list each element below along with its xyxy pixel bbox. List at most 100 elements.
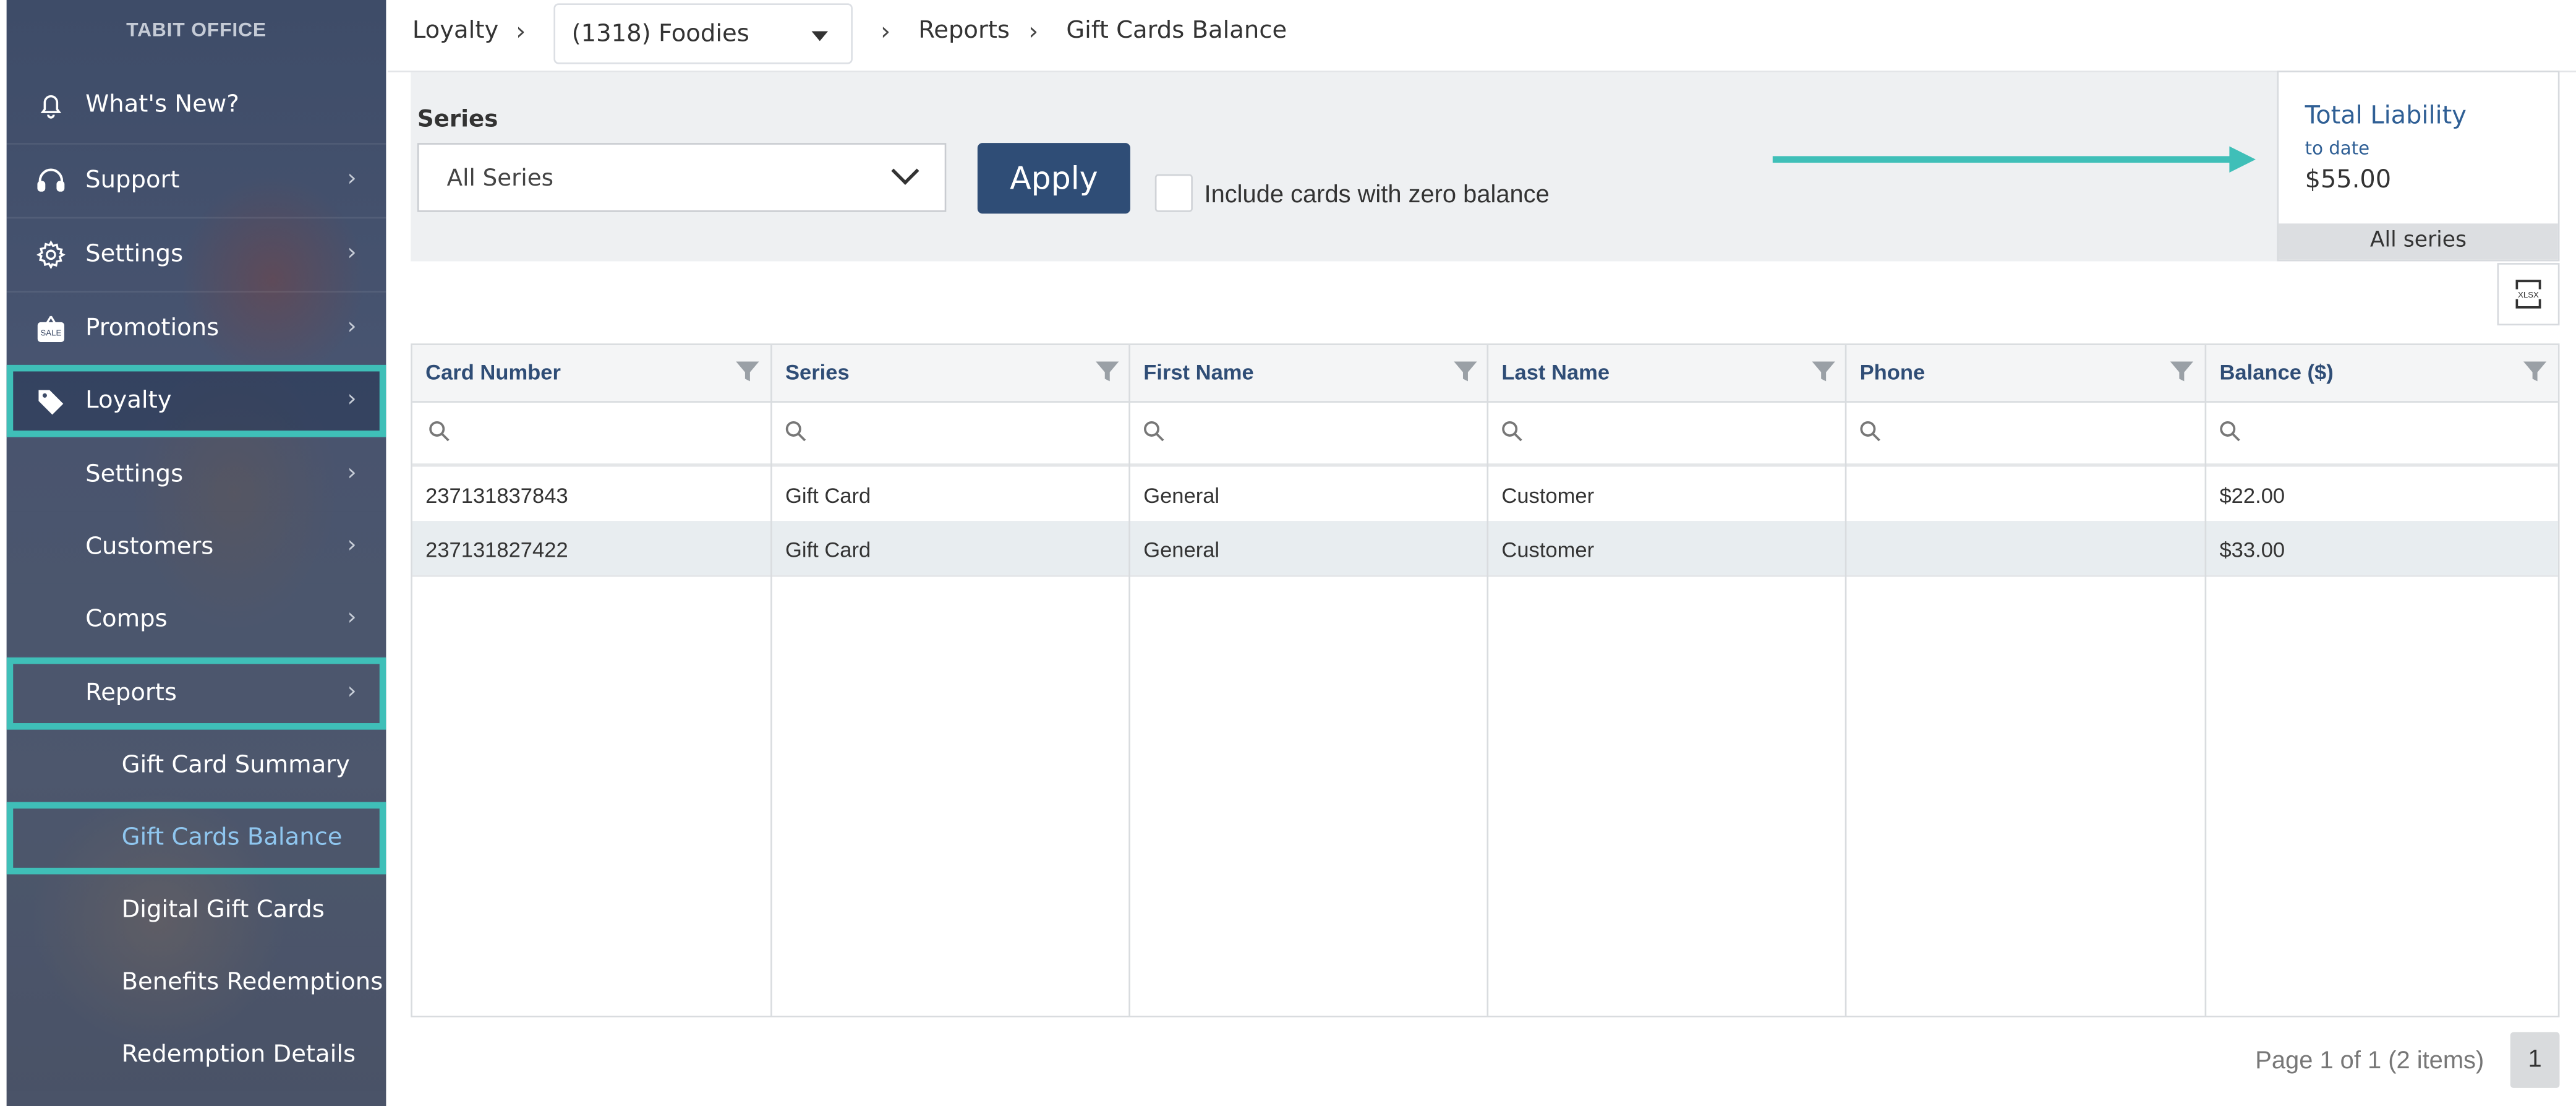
sidebar-item-reports[interactable]: Reports › [6,657,386,730]
zero-balance-label[interactable]: Include cards with zero balance [1205,181,1550,208]
search-icon[interactable] [1142,419,1165,442]
tag-icon [38,390,64,415]
sidebar-item-whats-new[interactable]: What's New? [7,69,386,142]
series-label: Series [417,106,498,134]
brand-title: TABIT OFFICE [126,18,267,41]
sidebar-item-support[interactable]: Support › [6,143,386,215]
series-select-value: All Series [446,166,554,192]
column-header-last-name[interactable]: Last Name [1488,345,1846,401]
chevron-right-icon: › [347,532,357,559]
gear-icon [36,240,66,270]
headset-icon [37,168,65,192]
search-icon[interactable] [1858,419,1881,442]
cell-card-number: 237131837843 [425,483,568,508]
sale-sign-icon: SALE [37,315,64,342]
total-liability-footer: All series [2279,223,2558,260]
sidebar-item-label: Promotions [85,314,220,341]
sidebar-item-label: Benefits Redemptions [121,969,383,997]
export-xlsx-button[interactable]: XLSX [2497,263,2560,326]
total-liability-subtitle: to date [2305,138,2370,160]
column-divider [1486,345,1489,1016]
cell-last-name: Customer [1501,537,1595,562]
chevron-down-icon [891,156,919,185]
filter-funnel-icon[interactable] [1810,358,1837,385]
table-row[interactable]: 237131837843 Gift Card General Customer … [412,467,2558,523]
organization-select-value: (1318) Foodies [571,21,749,48]
total-liability-amount: $55.00 [2305,164,2392,194]
column-header-balance[interactable]: Balance ($) [2206,345,2558,401]
sidebar-item-label: Settings [85,461,184,489]
xlsx-file-icon: XLSX [2514,280,2543,309]
chevron-right-icon: › [347,314,357,340]
breadcrumb-loyalty[interactable]: Loyalty [412,18,498,45]
chevron-right-icon: › [347,166,357,192]
filter-funnel-icon[interactable] [2522,358,2548,385]
search-icon[interactable] [427,419,450,442]
column-header-label: Series [785,359,850,385]
table-filter-row [412,401,2558,467]
table-row[interactable]: 237131827422 Gift Card General Customer … [412,521,2558,577]
sidebar-item-customers[interactable]: Customers › [6,511,386,584]
chevron-right-icon: › [347,604,357,632]
breadcrumb: Loyalty › (1318) Foodies › Reports › Gif… [388,0,2576,72]
filter-funnel-icon[interactable] [735,358,761,385]
column-header-label: First Name [1143,359,1254,385]
chevron-right-icon: › [347,460,357,487]
chevron-right-icon: › [347,239,357,267]
pager-info: Page 1 of 1 (2 items) [2255,1047,2484,1075]
column-header-first-name[interactable]: First Name [1130,345,1488,401]
column-divider [2204,345,2207,1016]
zero-balance-checkbox[interactable] [1154,174,1193,212]
organization-select[interactable]: (1318) Foodies [553,3,853,64]
column-divider [770,345,772,1016]
sidebar-item-settings[interactable]: Settings › [6,216,386,289]
column-header-card-number[interactable]: Card Number [412,345,770,401]
sidebar-item-label: Settings [85,241,184,267]
sidebar-item-label: Support [85,166,180,194]
sidebar: TABIT OFFICE What's New? Support › Setti… [6,0,386,1106]
series-select[interactable]: All Series [417,143,947,212]
column-divider [1128,345,1130,1016]
column-divider [1845,345,1847,1016]
chevron-right-icon: › [347,679,357,705]
cell-first-name: General [1143,483,1220,508]
column-header-series[interactable]: Series [772,345,1130,401]
total-liability-card: Total Liability to date $55.00 All serie… [2277,71,2560,262]
breadcrumb-current: Gift Cards Balance [1066,18,1287,45]
sidebar-item-gift-cards-balance[interactable]: Gift Cards Balance [6,802,386,875]
filter-funnel-icon[interactable] [1452,358,1479,385]
sidebar-item-promotions[interactable]: SALE Promotions › [6,291,386,363]
search-icon[interactable] [2218,419,2241,442]
sidebar-item-loyalty-settings[interactable]: Settings › [6,439,386,512]
filter-funnel-icon[interactable] [1094,358,1120,385]
apply-button[interactable]: Apply [977,143,1130,214]
breadcrumb-reports[interactable]: Reports [918,18,1010,45]
sidebar-item-label: Loyalty [85,388,172,414]
cell-first-name: General [1143,537,1220,562]
cell-last-name: Customer [1501,483,1595,508]
sidebar-item-redemption-details[interactable]: Redemption Details [6,1019,386,1092]
filter-funnel-icon[interactable] [2169,358,2195,385]
chevron-right-icon: › [347,386,357,413]
sidebar-item-digital-gift-cards[interactable]: Digital Gift Cards [6,874,386,947]
page-button-1[interactable]: 1 [2510,1032,2560,1088]
cell-series: Gift Card [785,483,871,508]
search-icon[interactable] [1500,419,1523,442]
svg-text:XLSX: XLSX [2518,290,2539,299]
sidebar-item-comps[interactable]: Comps › [6,583,386,656]
breadcrumb-separator-icon: › [516,16,526,46]
filter-panel: Series All Series Apply Include cards wi… [411,72,2558,262]
sidebar-item-label: Gift Cards Balance [121,825,343,852]
search-icon[interactable] [783,419,806,442]
pager: Page 1 of 1 (2 items) 1 [411,1017,2560,1106]
svg-text:SALE: SALE [40,328,61,337]
annotation-arrow-line [1772,156,2233,163]
column-header-phone[interactable]: Phone [1846,345,2204,401]
sidebar-item-label: Digital Gift Cards [121,897,325,924]
breadcrumb-separator-icon: › [1028,16,1039,46]
table-header: Card Number Series First Name Last Name … [412,345,2558,403]
gift-cards-table: Card Number Series First Name Last Name … [411,343,2560,1018]
sidebar-item-loyalty[interactable]: Loyalty › [6,364,386,437]
sidebar-item-gift-card-summary[interactable]: Gift Card Summary [6,729,386,802]
sidebar-item-benefits-redemptions[interactable]: Benefits Redemptions [6,946,386,1019]
